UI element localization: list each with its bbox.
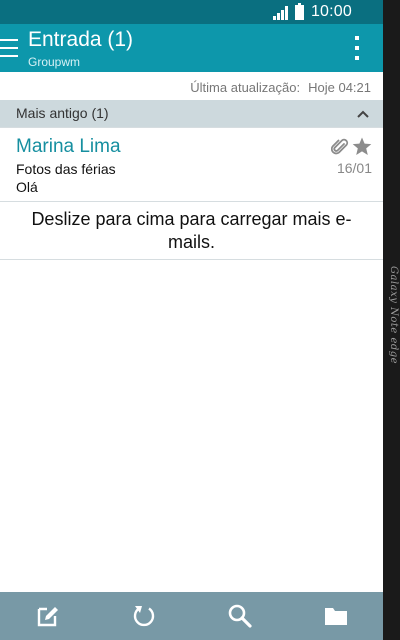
more-options-icon[interactable] xyxy=(354,36,360,62)
app-bar: Entrada (1) Groupwm xyxy=(0,24,383,72)
star-icon[interactable] xyxy=(352,137,372,156)
group-header[interactable]: Mais antigo (1) xyxy=(0,100,383,127)
phone-screen: 10:00 Entrada (1) Groupwm Última atualiz… xyxy=(0,0,383,640)
battery-icon xyxy=(294,2,304,20)
email-date: 16/01 xyxy=(336,160,372,176)
account-name: Groupwm xyxy=(28,55,81,69)
email-list-item[interactable]: Marina Lima Fotos das férias Olá 16/01 xyxy=(0,127,383,202)
last-update-label: Última atualização: xyxy=(190,80,301,95)
last-update-value: Hoje 04:21 xyxy=(308,80,371,95)
email-preview: Olá xyxy=(16,179,38,195)
load-more-hint: Deslize para cima para carregar mais e-m… xyxy=(0,202,383,260)
refresh-icon[interactable] xyxy=(130,602,158,630)
page-title[interactable]: Entrada (1) xyxy=(28,28,133,52)
email-sender: Marina Lima xyxy=(16,136,121,157)
signal-icon xyxy=(272,5,290,20)
menu-icon[interactable] xyxy=(0,39,18,57)
last-update-bar: Última atualização: Hoje 04:21 xyxy=(0,72,383,100)
email-subject: Fotos das férias xyxy=(16,161,116,177)
folder-icon[interactable] xyxy=(322,602,350,630)
device-edge-label: Galaxy Note edge xyxy=(388,266,399,365)
status-bar: 10:00 xyxy=(0,0,383,24)
status-icons: 10:00 xyxy=(272,2,352,21)
group-header-label: Mais antigo (1) xyxy=(16,105,109,121)
attachment-icon xyxy=(331,138,349,155)
compose-icon[interactable] xyxy=(34,602,62,630)
clock: 10:00 xyxy=(310,3,352,20)
chevron-up-icon[interactable] xyxy=(357,110,369,118)
bottom-toolbar xyxy=(0,592,383,640)
search-icon[interactable] xyxy=(226,602,254,630)
